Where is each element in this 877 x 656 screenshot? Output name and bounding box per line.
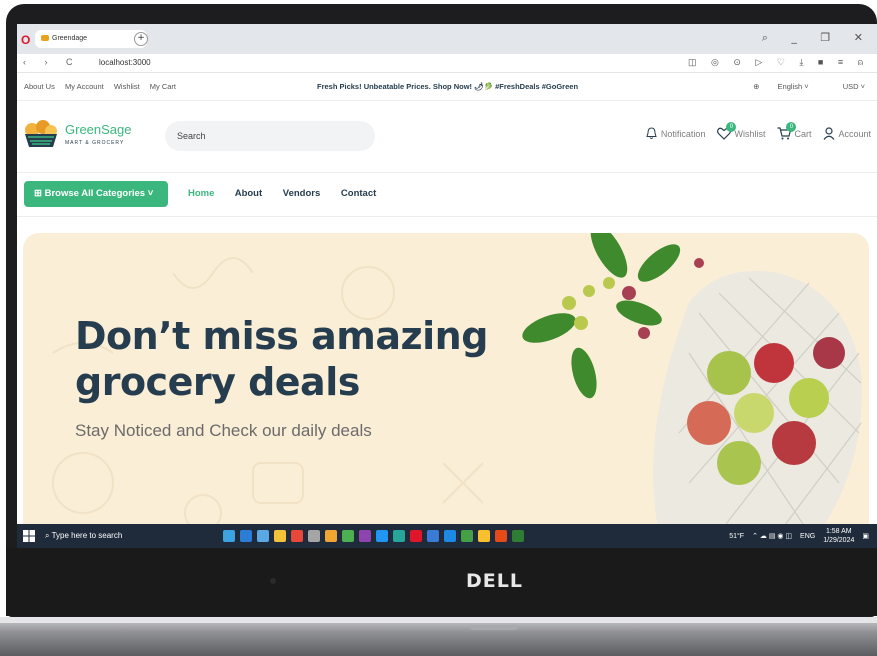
grid-icon: ⊞ xyxy=(34,188,45,199)
app-icon[interactable] xyxy=(495,530,507,542)
nav-about[interactable]: About xyxy=(235,188,262,199)
nav-contact[interactable]: Contact xyxy=(341,188,376,199)
browser-tab[interactable]: Greendage xyxy=(35,30,147,48)
account-button[interactable]: Account xyxy=(823,127,871,140)
app-icon[interactable] xyxy=(359,530,371,542)
locale-selectors: ⊕ English ˅ USD ˅ xyxy=(737,82,865,91)
app-icon[interactable] xyxy=(274,530,286,542)
laptop-base xyxy=(0,617,877,656)
taskbar-search[interactable]: ⌕ Type here to search xyxy=(45,524,195,548)
input-language[interactable]: ENG xyxy=(800,533,815,540)
logo-tagline: MART & GROCERY xyxy=(65,140,125,146)
currency-value: USD xyxy=(842,82,859,91)
cart-label: Cart xyxy=(794,128,812,139)
promo-text: Fresh Picks! Unbeatable Prices. Shop Now… xyxy=(317,82,579,91)
window-controls[interactable]: ⌕ _ ❐ ✕ xyxy=(762,31,873,45)
link-my-account[interactable]: My Account xyxy=(65,82,104,91)
windows-taskbar: ⌕ Type here to search 51°F ⌃ ☁ ▤ ◉ ◫ ENG… xyxy=(17,524,877,548)
header-actions: Notification 0 Wishlist 0 Cart Account xyxy=(633,122,871,140)
wishlist-button[interactable]: 0 Wishlist xyxy=(717,122,766,140)
clock-date: 1/29/2024 xyxy=(823,537,855,544)
user-icon xyxy=(823,127,835,140)
browse-categories-button[interactable]: ⊞ Browse All Categories ˅ xyxy=(24,181,168,207)
app-icon[interactable] xyxy=(512,530,524,542)
app-icon[interactable] xyxy=(393,530,405,542)
link-wishlist[interactable]: Wishlist xyxy=(114,82,140,91)
browse-label: Browse All Categories xyxy=(44,188,146,199)
link-about-us[interactable]: About Us xyxy=(24,82,55,91)
bell-icon xyxy=(646,127,657,139)
laptop-lip xyxy=(0,617,877,623)
nav-home[interactable]: Home xyxy=(188,188,214,199)
account-label: Account xyxy=(838,128,871,139)
laptop-notch xyxy=(470,625,518,630)
weather-text[interactable]: 51°F xyxy=(729,533,744,540)
utility-links: About Us My Account Wishlist My Cart xyxy=(24,82,184,91)
tray-icons[interactable]: ⌃ ☁ ▤ ◉ ◫ xyxy=(752,532,792,540)
apples-bag-image xyxy=(522,233,862,534)
app-icon[interactable] xyxy=(308,530,320,542)
taskbar-clock[interactable]: 1:58 AM 1/29/2024 xyxy=(823,527,854,545)
browser-tabbar: O Greendage + ⌕ _ ❐ ✕ xyxy=(17,24,877,54)
app-icon[interactable] xyxy=(325,530,337,542)
system-tray: 51°F ⌃ ☁ ▤ ◉ ◫ ENG 1:58 AM 1/29/2024 ▣ xyxy=(721,524,869,548)
app-icon[interactable] xyxy=(461,530,473,542)
browser-nav-icons[interactable]: ‹ › C xyxy=(23,57,81,67)
notification-label: Notification xyxy=(660,128,706,139)
taskbar-apps xyxy=(223,530,529,542)
app-icon[interactable] xyxy=(478,530,490,542)
laptop-chin: DELL xyxy=(6,548,877,616)
link-my-cart[interactable]: My Cart xyxy=(150,82,176,91)
tab-favicon-icon xyxy=(41,35,49,41)
logo-name[interactable]: GreenSage xyxy=(65,122,132,137)
currency-select[interactable]: USD ˅ xyxy=(827,82,865,91)
search-input[interactable]: Search xyxy=(165,121,375,151)
language-select[interactable]: ⊕ English ˅ xyxy=(753,82,808,91)
cart-button[interactable]: 0 Cart xyxy=(777,122,812,140)
site-header: GreenSage MART & GROCERY Search Notifica… xyxy=(17,100,877,173)
app-icon[interactable] xyxy=(444,530,456,542)
clock-time: 1:58 AM xyxy=(825,528,852,535)
tab-title: Greendage xyxy=(52,35,88,42)
app-icon[interactable] xyxy=(376,530,388,542)
new-tab-icon[interactable]: + xyxy=(134,32,148,46)
wishlist-label: Wishlist xyxy=(734,128,766,139)
windows-start-icon[interactable] xyxy=(23,530,35,542)
main-nav: ⊞ Browse All Categories ˅ Home About Ven… xyxy=(17,172,877,217)
nav-menu: Home About Vendors Contact xyxy=(188,188,394,199)
laptop-frame: DELL O Greendage + ⌕ _ ❐ ✕ ‹ › C localho… xyxy=(0,0,877,656)
basket-logo-icon[interactable] xyxy=(23,119,59,149)
utility-bar: About Us My Account Wishlist My Cart Fre… xyxy=(17,72,877,101)
webcam xyxy=(270,578,276,584)
app-icon[interactable] xyxy=(342,530,354,542)
nav-vendors[interactable]: Vendors xyxy=(283,188,321,199)
hero-banner: Don’t miss amazing grocery deals Stay No… xyxy=(23,233,869,548)
taskbar-search-text: Type here to search xyxy=(51,531,123,540)
chevron-down-icon: ˅ xyxy=(147,188,154,199)
notifications-icon[interactable]: ▣ xyxy=(862,532,869,540)
hero-subtitle: Stay Noticed and Check our daily deals xyxy=(75,421,372,440)
app-icon[interactable] xyxy=(427,530,439,542)
app-icon[interactable] xyxy=(257,530,269,542)
hero-title: Don’t miss amazing grocery deals xyxy=(75,314,488,404)
screen: O Greendage + ⌕ _ ❐ ✕ ‹ › C localhost:30… xyxy=(17,24,877,548)
address-bar: ‹ › C localhost:3000 ◫ ◎ ⊙ ▷ ♡ ⤓ ■ ≡ ⍝ xyxy=(17,54,877,73)
app-icon[interactable] xyxy=(240,530,252,542)
extension-icons[interactable]: ◫ ◎ ⊙ ▷ ♡ ⤓ ■ ≡ ⍝ xyxy=(688,57,869,68)
notification-button[interactable]: Notification xyxy=(645,127,706,140)
language-value: English xyxy=(777,82,803,91)
app-icon[interactable] xyxy=(410,530,422,542)
device-brand: DELL xyxy=(466,570,523,592)
app-icon[interactable] xyxy=(291,530,303,542)
opera-logo-icon[interactable]: O xyxy=(21,33,30,47)
url-field[interactable]: localhost:3000 xyxy=(99,58,151,67)
app-icon[interactable] xyxy=(223,530,235,542)
